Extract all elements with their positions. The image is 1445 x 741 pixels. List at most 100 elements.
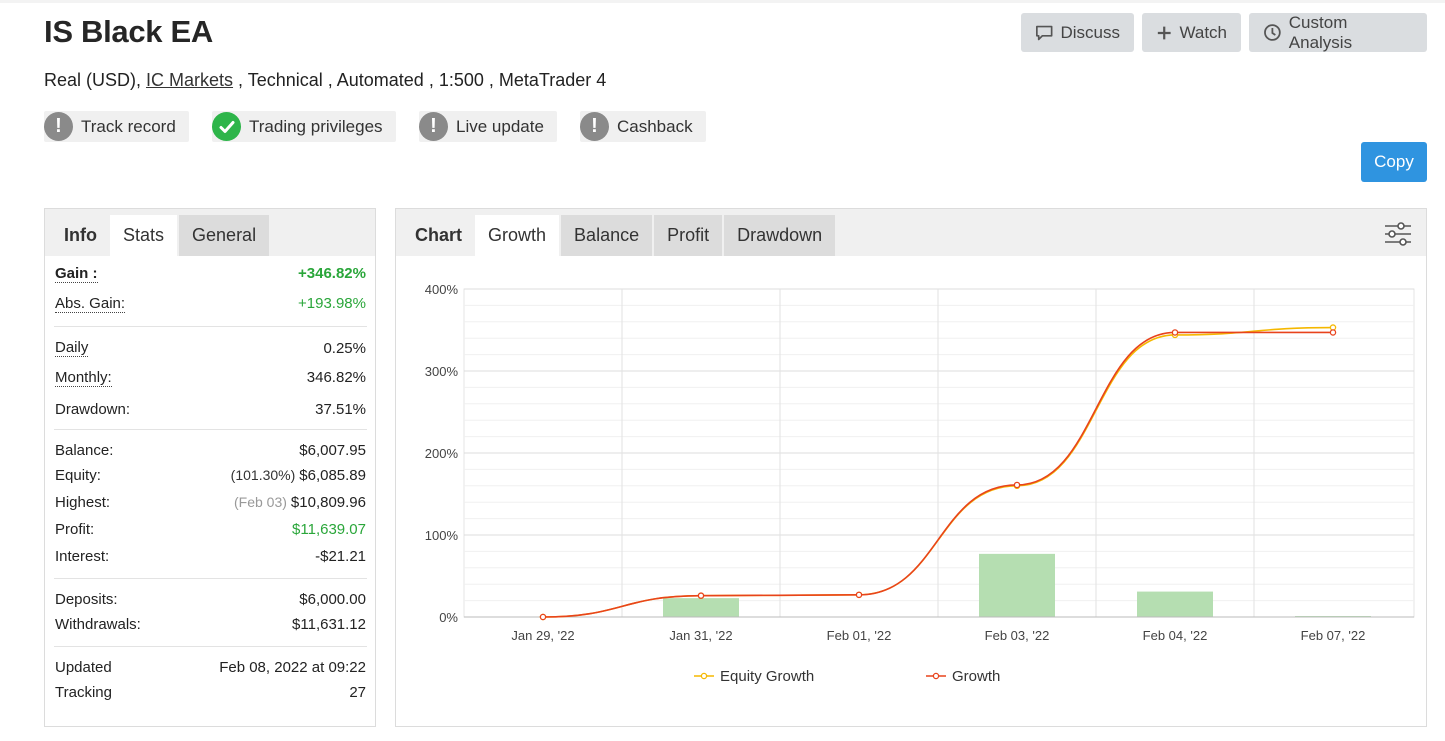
stat-row-abs-gain: Abs. Gain: +193.98%	[55, 287, 366, 320]
stat-row-daily: Daily 0.25%	[55, 327, 366, 361]
balance-label: Balance:	[55, 442, 114, 459]
gain-label[interactable]: Gain :	[55, 265, 98, 283]
drawdown-label: Drawdown:	[55, 400, 131, 418]
series-point	[539, 613, 547, 621]
tab-general[interactable]: General	[179, 215, 270, 256]
daily-label[interactable]: Daily	[55, 339, 89, 357]
copy-button[interactable]: Copy	[1361, 142, 1427, 182]
profit-value: $11,639.07	[292, 521, 366, 538]
y-tick-label: 100%	[425, 528, 459, 543]
profit-label: Profit:	[55, 521, 95, 538]
tracking-label: Tracking	[55, 684, 112, 701]
badge-cashback[interactable]: ! Cashback	[580, 111, 706, 142]
equity-percent: (101.30%)	[230, 467, 296, 483]
abs-gain-value: +193.98%	[298, 295, 366, 312]
custom-analysis-button[interactable]: Custom Analysis	[1249, 13, 1427, 52]
legend-swatch-point	[700, 672, 708, 680]
discuss-label: Discuss	[1060, 22, 1120, 42]
highest-date: (Feb 03)	[234, 494, 287, 510]
deposits-value: $6,000.00	[299, 591, 366, 608]
tab-stats[interactable]: Stats	[110, 215, 178, 256]
x-tick-label: Jan 31, '22	[669, 628, 732, 643]
monthly-value: 346.82%	[306, 369, 366, 386]
badge-live-update[interactable]: ! Live update	[419, 111, 557, 142]
warning-icon: !	[580, 112, 609, 141]
abs-gain-label[interactable]: Abs. Gain:	[55, 295, 126, 313]
stat-row-monthly: Monthly: 346.82%	[55, 361, 366, 394]
chart-bar	[979, 553, 1055, 617]
x-tick-label: Feb 04, '22	[1143, 628, 1208, 643]
y-tick-label: 400%	[425, 282, 459, 297]
series-point	[1329, 329, 1337, 336]
legend-item-label[interactable]: Equity Growth	[720, 668, 814, 685]
watch-button[interactable]: Watch	[1142, 13, 1241, 52]
series-point	[1171, 329, 1179, 336]
series-point	[697, 592, 705, 599]
account-type: Real (USD),	[44, 70, 147, 90]
drawdown-value: 37.51%	[315, 400, 366, 418]
stat-row-balance: Balance: $6,007.95	[55, 430, 366, 462]
chart-grid	[463, 288, 1415, 618]
highest-value: $10,809.96	[290, 494, 366, 511]
stats-tabs: Info Stats General	[45, 209, 375, 256]
clock-icon	[1264, 24, 1281, 41]
chart-panel: Chart Growth Balance Profit Drawdown 400…	[395, 208, 1427, 727]
y-tick-label: 300%	[425, 364, 459, 379]
stat-row-updated: Updated Feb 08, 2022 at 09:22	[55, 647, 366, 679]
badge-label: Cashback	[617, 116, 693, 136]
balance-value: $6,007.95	[299, 442, 366, 459]
comment-icon	[1036, 25, 1053, 40]
tab-info[interactable]: Info	[51, 215, 110, 256]
stat-row-interest: Interest: -$21.21	[55, 543, 366, 570]
x-tick-label: Feb 07, '22	[1301, 628, 1366, 643]
chart-legend[interactable]: Equity Growth Growth	[694, 668, 1000, 685]
plus-icon	[1157, 26, 1171, 39]
chart-bar	[663, 598, 739, 617]
stat-row-gain: Gain : +346.82%	[55, 256, 366, 287]
warning-icon: !	[419, 112, 448, 141]
account-subtitle: Real (USD), IC Markets , Technical , Aut…	[44, 70, 606, 91]
custom-analysis-label: Custom Analysis	[1288, 12, 1353, 52]
tracking-value: 27	[349, 684, 366, 701]
interest-label: Interest:	[55, 548, 110, 565]
stat-row-deposits: Deposits: $6,000.00	[55, 579, 366, 611]
stat-row-equity: Equity: (101.30%) $6,085.89	[55, 462, 366, 489]
badge-track-record[interactable]: ! Track record	[44, 111, 189, 142]
x-tick-label: Feb 03, '22	[985, 628, 1050, 643]
discuss-button[interactable]: Discuss	[1021, 13, 1134, 52]
watch-label: Watch	[1179, 22, 1227, 42]
withdrawals-value: $11,631.12	[292, 616, 366, 633]
stat-row-highest: Highest: (Feb 03) $10,809.96	[55, 489, 366, 516]
daily-value: 0.25%	[323, 339, 366, 357]
check-icon	[212, 112, 241, 141]
stat-row-tracking: Tracking 27	[55, 679, 366, 706]
x-tick-label: Feb 01, '22	[827, 628, 892, 643]
badge-trading-privileges[interactable]: Trading privileges	[212, 111, 396, 142]
stats-list: Gain : +346.82% Abs. Gain: +193.98% Dail…	[54, 256, 367, 706]
stats-panel: Info Stats General Gain : +346.82% Abs. …	[44, 208, 376, 727]
highest-label: Highest:	[55, 494, 111, 511]
updated-value: Feb 08, 2022 at 09:22	[219, 659, 366, 676]
gain-value: +346.82%	[298, 265, 366, 282]
series-point	[1013, 481, 1021, 489]
growth-chart: 400% 300% 200% 100% 0% Jan 29, '22 Jan 31, '22…	[425, 282, 1415, 685]
updated-label: Updated	[55, 659, 112, 676]
warning-icon: !	[44, 112, 73, 141]
x-tick-label: Jan 29, '22	[511, 628, 574, 643]
equity-value: $6,085.89	[299, 467, 366, 484]
deposits-label: Deposits:	[55, 591, 118, 608]
legend-item-label[interactable]: Growth	[952, 668, 1000, 685]
broker-link[interactable]: IC Markets	[146, 70, 233, 90]
account-details: , Technical , Automated , 1:500 , MetaTr…	[233, 70, 607, 90]
y-tick-label: 0%	[439, 610, 458, 625]
monthly-label[interactable]: Monthly:	[55, 369, 112, 387]
badge-label: Live update	[456, 116, 544, 136]
stat-row-profit: Profit: $11,639.07	[55, 516, 366, 543]
series-point	[855, 591, 863, 599]
stat-row-drawdown: Drawdown: 37.51%	[55, 394, 366, 424]
top-divider	[0, 0, 1445, 3]
page-title: IS Black EA	[44, 14, 214, 49]
legend-swatch-point	[932, 672, 940, 680]
chart-bar	[1137, 591, 1213, 617]
y-tick-label: 200%	[425, 446, 459, 461]
